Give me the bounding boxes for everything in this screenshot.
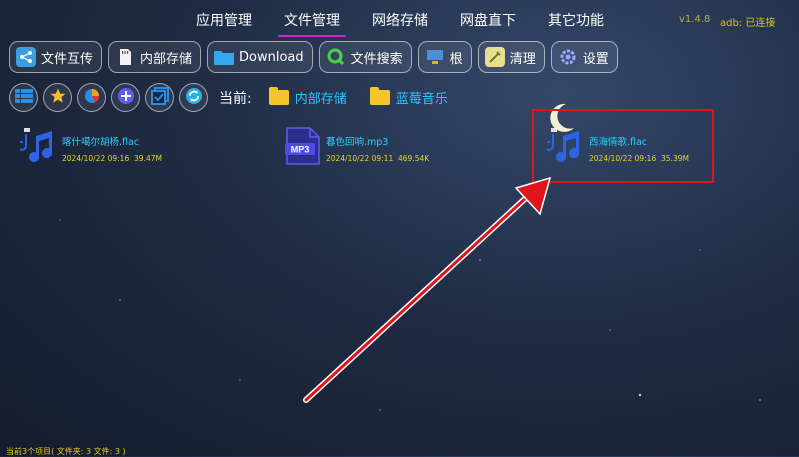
status-bar: 当前3个项目( 文件夹: 3 文件: 3 ): [6, 447, 126, 456]
annotation-arrow: [303, 176, 552, 403]
